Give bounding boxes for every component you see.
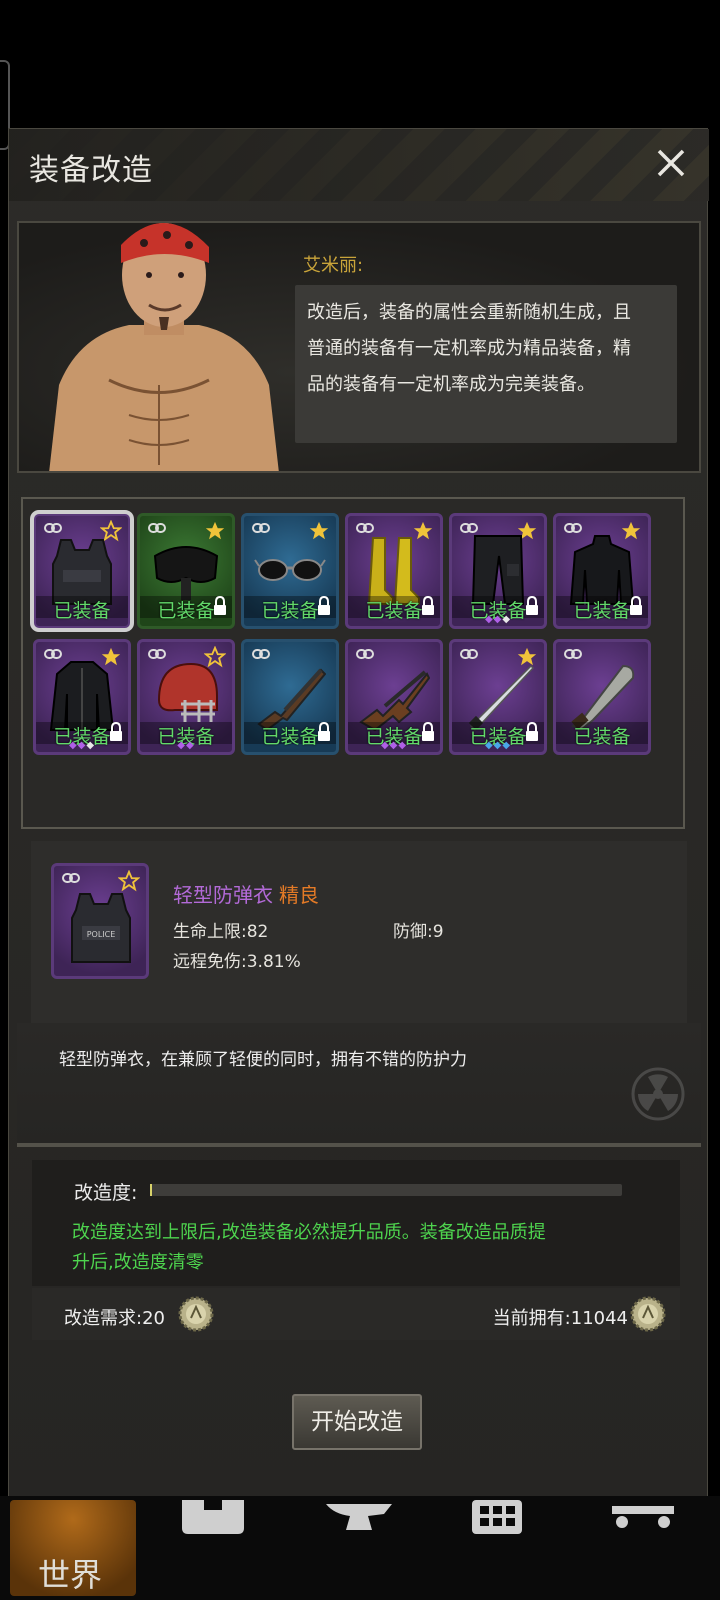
modify-progress-box: 改造度: 改造度达到上限后,改造装备必然提升品质。装备改造品质提 升后,改造度清… [32,1160,680,1286]
lock-icon [422,596,434,615]
item-name: 轻型防弹衣 [173,883,273,907]
lock-icon [110,722,122,741]
detail-item-name: 轻型防弹衣 精良 [173,879,319,908]
gem-icon: ◆ [398,740,408,751]
link-icon [460,649,478,659]
item-description: 轻型防弹衣，在兼顾了轻便的同时，拥有不错的防护力 [59,1050,467,1070]
equipment-grid: 已装备 已装备 已装备 已装备 已装备 ◆◆◆ 已装备 已装备 ◆◆◆ 已装备 ◆◆ 已装备 已装备 ◆◆… [21,497,685,829]
lock-icon [422,722,434,741]
nav-world-label: 世界 [38,1556,103,1594]
detail-item-icon: POLICE [51,863,149,979]
owned-amount: 当前拥有:11044 [492,1308,628,1329]
equipment-slot-body-armor[interactable]: 已装备 [30,510,134,632]
equipment-slot-sunglasses[interactable]: 已装备 [241,513,339,629]
lock-icon [526,722,538,741]
lock-icon [214,596,226,615]
nav-world-tab[interactable]: 世界 [10,1500,136,1596]
radiation-icon [631,1067,685,1121]
equipment-slot-ak-rifle[interactable]: 已装备 ◆◆◆ [345,639,443,755]
equipment-slot-machete[interactable]: 已装备 [553,639,651,755]
equipment-slot-goggles[interactable]: 已装备 [137,513,235,629]
gem-icon: ◆ [86,740,96,751]
link-icon [148,523,166,533]
gem-row: ◆◆◆ [348,740,440,752]
gem-icon: ◆ [502,614,512,625]
gem-row: ◆◆ [140,740,232,752]
link-icon [44,649,62,659]
gem-icon: ◆ [380,740,390,751]
cart-icon[interactable] [608,1500,678,1540]
link-icon [252,649,270,659]
panel-title: 装备改造 [29,153,153,188]
equipment-slot-katana[interactable]: 已装备 ◆◆◆ [449,639,547,755]
start-modify-button[interactable]: 开始改造 [292,1394,422,1450]
link-icon [460,523,478,533]
progress-label: 改造度: [74,1182,138,1204]
lock-icon [318,596,330,615]
link-icon [356,523,374,533]
cost-requirement: 改造需求:20 [64,1308,165,1329]
panel-header: 装备改造 [9,129,709,201]
equipment-slot-shotgun[interactable]: 已装备 [241,639,339,755]
equipped-label: 已装备 [53,600,111,622]
npc-speech-bubble: 改造后，装备的属性会重新随机生成，且 普通的装备有一定机率成为精品装备，精 品的… [295,285,677,443]
gem-icon: ◆ [484,614,494,625]
dialog-line: 普通的装备有一定机率成为精品装备，精 [307,338,631,359]
gem-icon: ◆ [502,740,512,751]
lock-icon [630,596,642,615]
bottle-cap-icon [630,1296,666,1332]
progress-fill [150,1184,153,1196]
equipment-slot-cargo-pants[interactable]: 已装备 ◆◆◆ [449,513,547,629]
divider [17,1143,701,1147]
note-line: 升后,改造度清零 [72,1252,204,1273]
item-description-box: 轻型防弹衣，在兼顾了轻便的同时，拥有不错的防护力 [17,1023,701,1143]
gem-row: ◆◆◆ [36,740,128,752]
progress-note: 改造度达到上限后,改造装备必然提升品质。装备改造品质提 升后,改造度清零 [72,1218,632,1278]
equipment-slot-leather-jacket[interactable]: 已装备 ◆◆◆ [33,639,131,755]
body-armor-icon: POLICE [71,893,131,963]
anvil-icon[interactable] [324,1500,394,1540]
link-icon [44,523,62,533]
link-icon [148,649,166,659]
npc-portrait [49,223,279,471]
lock-icon [526,596,538,615]
vest-text: POLICE [87,930,116,939]
lock-icon [318,722,330,741]
equipped-label: 已装备 [573,726,631,748]
gem-icon: ◆ [484,740,494,751]
gem-icon: ◆ [177,740,186,751]
note-line: 改造度达到上限后,改造装备必然提升品质。装备改造品质提 [72,1222,546,1243]
equipment-slot-football-helmet[interactable]: 已装备 ◆◆ [137,639,235,755]
link-icon [356,649,374,659]
bottom-nav: 世界 [0,1496,720,1600]
stat-defense: 防御:9 [393,922,444,942]
equipment-slot-turtleneck-shirt[interactable]: 已装备 [553,513,651,629]
equipment-slot-boots[interactable]: 已装备 [345,513,443,629]
link-icon [62,873,80,883]
item-quality: 精良 [279,883,319,907]
gem-icon: ◆ [186,740,195,751]
item-detail: POLICE 轻型防弹衣 精良 生命上限:82 防御:9 远程免伤:3.81% [31,841,687,1023]
gem-row: ◆◆◆ [452,614,544,626]
stat-ranged: 远程免伤:3.81% [173,952,301,972]
link-icon [252,523,270,533]
npc-dialog-box: 艾米丽: 改造后，装备的属性会重新随机生成，且 普通的装备有一定机率成为精品装备… [17,221,701,473]
bottle-cap-icon [178,1296,214,1332]
gem-row: ◆◆◆ [452,740,544,752]
dialog-line: 改造后，装备的属性会重新随机生成，且 [307,302,631,323]
link-icon [564,649,582,659]
stat-hp: 生命上限:82 [173,922,269,942]
backpack-icon[interactable] [178,1500,248,1540]
npc-name: 艾米丽: [303,255,364,276]
close-icon[interactable] [651,143,691,183]
link-icon [564,523,582,533]
progress-bar [150,1184,622,1196]
dialog-line: 品的装备有一定机率成为完美装备。 [307,374,595,395]
building-icon[interactable] [462,1500,532,1540]
gem-icon: ◆ [68,740,78,751]
cost-box: 改造需求:20 当前拥有:11044 [32,1288,680,1340]
